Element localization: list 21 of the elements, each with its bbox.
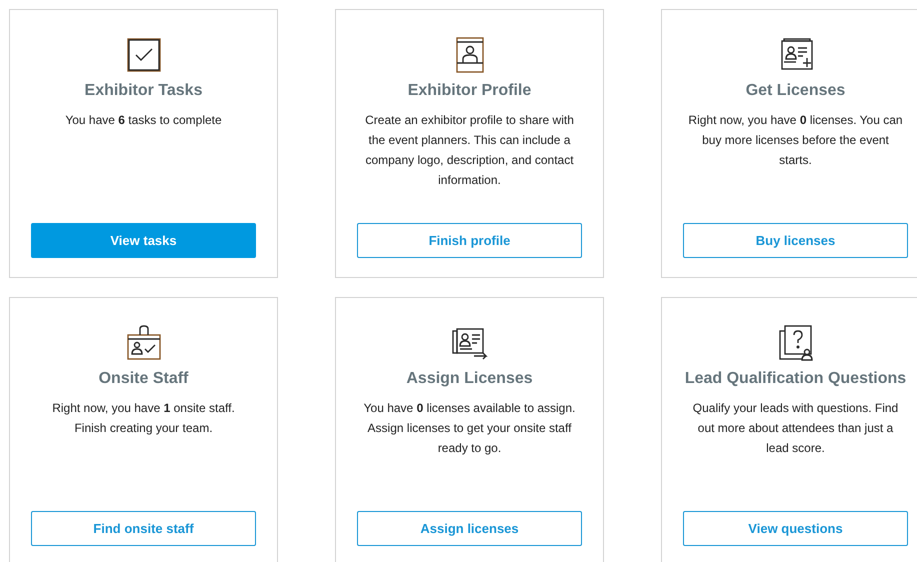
action-button[interactable]: View tasks [31, 223, 256, 258]
card-description: You have 6 tasks to complete [64, 112, 223, 129]
card-description: Right now, you have 0 licenses. You can buy more licenses before the event starts. [687, 112, 904, 169]
card-description: Create an exhibitor profile to share with the event planners. This can include a company logo, description, and contact information. [364, 112, 575, 189]
checkbox-icon [126, 37, 162, 73]
card-title: Get Licenses [746, 82, 846, 100]
card-title: Exhibitor Tasks [84, 82, 202, 100]
action-button[interactable]: Finish profile [357, 223, 582, 258]
action-button[interactable]: Find onsite staff [31, 511, 256, 546]
action-button[interactable]: View questions [683, 511, 908, 546]
badge-check-icon [126, 325, 162, 361]
card-title: Lead Qualification Questions [684, 370, 906, 388]
card-title: Assign Licenses [406, 370, 533, 388]
card-title: Onsite Staff [98, 370, 188, 388]
action-button[interactable]: Buy licenses [683, 223, 908, 258]
card-description: Right now, you have 1 onsite staff. Finish creating your team. [51, 400, 236, 437]
action-button[interactable]: Assign licenses [357, 511, 582, 546]
card-description: Qualify your leads with questions. Find out more about attendees than just a lead score. [692, 400, 900, 457]
question-person-icon [778, 325, 814, 361]
card-title: Exhibitor Profile [408, 82, 532, 100]
card-description: You have 0 licenses available to assign. Assign licenses to get your onsite staff ready to go. [362, 400, 576, 457]
